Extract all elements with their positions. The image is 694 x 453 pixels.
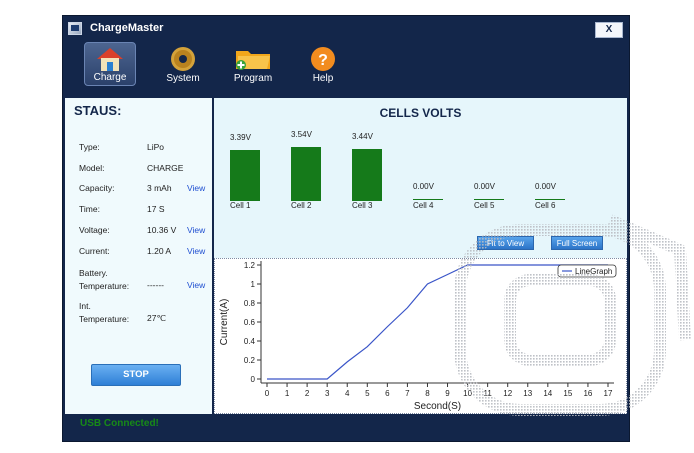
toolbar: Charge System Program ? Help [63, 42, 629, 88]
y-tick-label: 0.2 [244, 356, 256, 365]
voltage-view-link[interactable]: View [187, 225, 205, 235]
cell-4-bar [413, 199, 443, 200]
svg-text:?: ? [318, 52, 328, 69]
status-heading: STAUS: [74, 103, 122, 118]
x-tick-label: 3 [325, 389, 330, 398]
y-tick-label: 0.6 [244, 318, 256, 327]
x-tick-label: 2 [305, 389, 310, 398]
y-tick-label: 0 [251, 375, 256, 384]
toolbar-system-label: System [166, 73, 200, 84]
cells-volts-title: CELLS VOLTS [379, 106, 462, 120]
x-tick-label: 7 [405, 389, 410, 398]
cell-4-label: Cell 4 [413, 201, 434, 210]
field-value-capacity: 3 mAh [147, 183, 172, 193]
field-label-time: Time: [79, 204, 100, 214]
field-label-model: Model: [79, 163, 105, 173]
cell-2-volts: 3.54V [291, 130, 312, 139]
cell-1-label: Cell 1 [230, 201, 251, 210]
field-label-type: Type: [79, 142, 100, 152]
cell-3-bar [352, 149, 382, 201]
field-value-model: CHARGE [147, 163, 184, 173]
usb-status-text: USB Connected! [80, 418, 159, 429]
cell-2-label: Cell 2 [291, 201, 312, 210]
toolbar-charge-button[interactable]: Charge [84, 42, 136, 86]
cell-1-bar [230, 150, 260, 201]
field-label-current: Current: [79, 246, 110, 256]
cell-1-volts: 3.39V [230, 133, 251, 142]
battery-temperature-view-link[interactable]: View [187, 280, 205, 290]
title-bar: ChargeMaster X [63, 16, 629, 42]
field-value-time: 17 S [147, 204, 165, 214]
y-tick-label: 1.2 [244, 261, 256, 270]
status-panel: STAUS: Type: LiPo Model: CHARGE Capacity… [65, 98, 212, 414]
x-tick-label: 6 [385, 389, 390, 398]
field-value-type: LiPo [147, 142, 165, 152]
stop-button[interactable]: STOP [91, 364, 181, 386]
x-tick-label: 0 [265, 389, 270, 398]
field-label-battery-temperature: Battery. Temperature: [79, 268, 130, 291]
y-tick-label: 1 [251, 280, 256, 289]
cell-3-volts: 3.44V [352, 132, 373, 141]
watermark-logo [454, 214, 691, 416]
field-value-voltage: 10.36 V [147, 225, 177, 235]
current-view-link[interactable]: View [187, 246, 205, 256]
house-icon [97, 48, 123, 71]
toolbar-system-button[interactable]: System [157, 42, 209, 86]
field-label-voltage: Voltage: [79, 225, 110, 235]
x-tick-label: 8 [425, 389, 430, 398]
field-value-battery-temperature: ------ [147, 280, 164, 290]
field-label-capacity: Capacity: [79, 183, 115, 193]
field-value-int-temperature: 27℃ [147, 313, 167, 323]
folder-icon [236, 51, 270, 70]
y-tick-label: 0.8 [244, 299, 256, 308]
x-tick-label: 1 [285, 389, 290, 398]
toolbar-program-button[interactable]: Program [227, 42, 279, 86]
cell-3-label: Cell 3 [352, 201, 373, 210]
cell-2-bar [291, 147, 321, 201]
field-label-int-temperature: Int. Temperature: [79, 301, 130, 324]
app-icon [68, 22, 82, 35]
x-tick-label: 5 [365, 389, 370, 398]
toolbar-help-label: Help [312, 73, 334, 84]
field-value-current: 1.20 A [147, 246, 172, 256]
close-button[interactable]: X [595, 22, 623, 38]
x-tick-label: 4 [345, 389, 350, 398]
toolbar-charge-label: Charge [93, 72, 127, 83]
toolbar-program-label: Program [233, 73, 273, 84]
window-title: ChargeMaster [90, 22, 164, 34]
gear-icon [171, 47, 195, 71]
help-icon: ? [311, 47, 335, 71]
cell-4-volts: 0.00V [413, 182, 434, 191]
y-tick-label: 0.4 [244, 337, 256, 346]
toolbar-help-button[interactable]: ? Help [297, 42, 349, 86]
y-axis-title: Current(A) [219, 299, 230, 346]
capacity-view-link[interactable]: View [187, 183, 205, 193]
